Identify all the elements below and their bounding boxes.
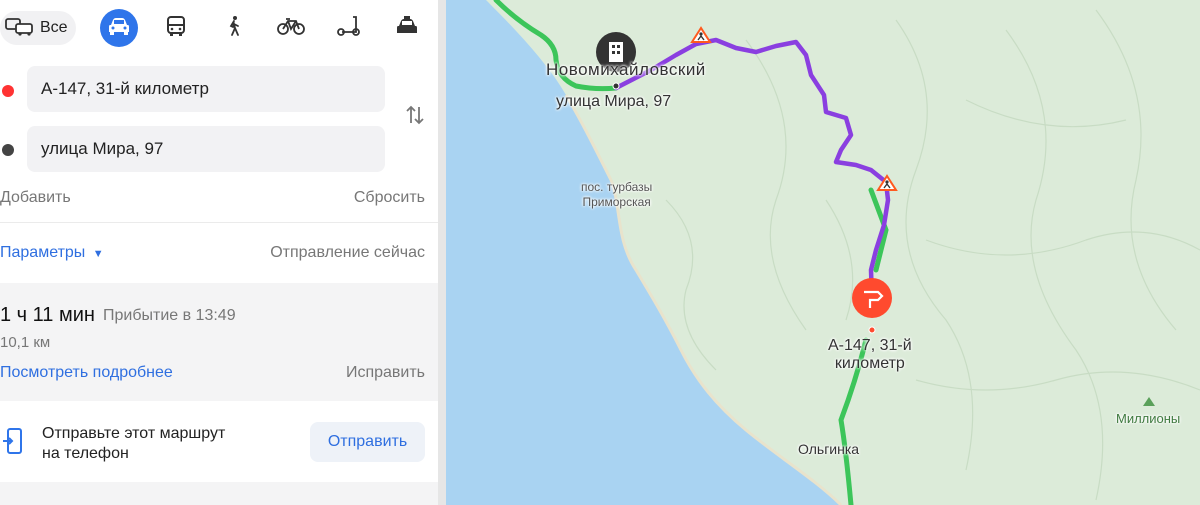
label-primorskaya: пос. турбазы Приморская xyxy=(581,180,652,210)
transport-modes: Все xyxy=(0,6,438,52)
mode-car-button[interactable] xyxy=(100,9,138,47)
mode-walk-button[interactable] xyxy=(215,9,253,47)
label-olginka: Ольгинка xyxy=(798,441,860,457)
panel-bottom xyxy=(0,482,438,505)
departure-time[interactable]: Отправление сейчас xyxy=(270,244,425,262)
label-destination-address: улица Мира, 97 xyxy=(556,93,672,110)
mode-bicycle-button[interactable] xyxy=(272,9,310,47)
from-field[interactable]: А-147, 31-й километр xyxy=(27,66,385,112)
taxi-icon xyxy=(395,15,419,42)
reset-button[interactable]: Сбросить xyxy=(354,189,425,207)
map[interactable]: Новомихайловский улица Мира, 97 пос. тур… xyxy=(446,0,1200,505)
chevron-down-icon: ▼ xyxy=(92,248,104,260)
label-start-point: А-147, 31-й километр xyxy=(828,337,912,373)
arrival-time: Прибытие в 13:49 xyxy=(103,307,236,324)
scooter-icon xyxy=(336,15,362,42)
mode-all-button[interactable]: Все xyxy=(0,11,76,45)
params-dropdown[interactable]: Параметры ▼ xyxy=(0,244,104,262)
divider xyxy=(0,222,438,223)
send-route-text: Отправьте этот маршрут на телефон xyxy=(42,424,225,464)
phone-icon xyxy=(2,428,24,461)
end-point-dot xyxy=(2,144,14,156)
mode-bus-button[interactable] xyxy=(157,9,195,47)
bicycle-icon xyxy=(277,16,305,41)
route-duration: 1 ч 11 мин xyxy=(0,304,95,326)
route-panel: Все А-147, 31-й километр улица Мира, 97 … xyxy=(0,0,438,505)
panel-divider[interactable] xyxy=(438,0,446,505)
swap-icon[interactable] xyxy=(404,104,426,132)
label-primorskaya-line2: Приморская xyxy=(582,195,651,209)
mode-scooter-button[interactable] xyxy=(330,9,368,47)
mode-all-label: Все xyxy=(40,19,68,36)
send-route-line2: на телефон xyxy=(42,445,129,462)
send-button[interactable]: Отправить xyxy=(310,422,425,462)
label-primorskaya-line1: пос. турбазы xyxy=(581,180,653,194)
label-novomikhailovsky: Новомихайловский xyxy=(546,60,706,79)
walk-icon xyxy=(223,15,245,42)
mixed-transport-icon xyxy=(4,15,34,42)
to-field[interactable]: улица Мира, 97 xyxy=(27,126,385,172)
params-label: Параметры xyxy=(0,244,86,261)
details-link[interactable]: Посмотреть подробнее xyxy=(0,364,173,382)
label-milliony: Миллионы xyxy=(1116,411,1181,426)
add-point-button[interactable]: Добавить xyxy=(0,189,71,207)
label-start-line1: А-147, 31-й xyxy=(828,337,912,354)
route-card[interactable]: 1 ч 11 мин Прибытие в 13:49 10,1 км Посм… xyxy=(0,283,438,401)
start-point-dot xyxy=(2,85,14,97)
car-icon xyxy=(107,16,131,41)
route-distance: 10,1 км xyxy=(0,334,51,351)
bus-icon xyxy=(165,15,187,42)
mode-taxi-button[interactable] xyxy=(388,9,426,47)
fix-button[interactable]: Исправить xyxy=(346,364,425,382)
send-route-line1: Отправьте этот маршрут xyxy=(42,425,226,442)
label-start-line2: километр xyxy=(834,355,905,372)
